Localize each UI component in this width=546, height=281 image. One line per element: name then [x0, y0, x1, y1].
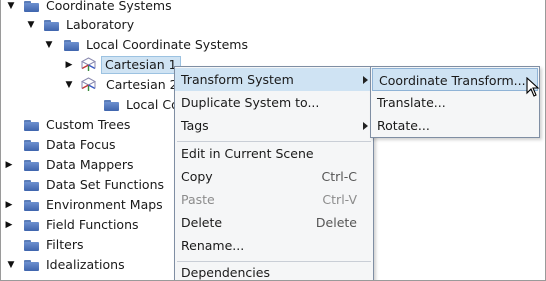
menu-item-paste: Paste Ctrl-V: [175, 188, 373, 211]
submenu-arrow-icon: [363, 76, 368, 84]
folder-icon: [24, 180, 39, 191]
folder-icon: [104, 100, 119, 111]
cartesian-cube-icon: [80, 77, 97, 92]
tree-item-data-set-functions[interactable]: Data Set Functions: [1, 175, 201, 195]
folder-icon: [44, 20, 59, 31]
collapsed-arrow-icon[interactable]: ▶: [63, 55, 75, 75]
menu-item-delete[interactable]: Delete Delete: [175, 211, 373, 234]
tree-item-local-coordinate-systems-nested[interactable]: Local Coordinate Systems: [1, 95, 177, 115]
expanded-arrow-icon[interactable]: ▼: [5, 255, 17, 275]
tree-item-custom-trees[interactable]: Custom Trees: [1, 115, 201, 135]
folder-icon: [24, 260, 39, 271]
tree-item-filters[interactable]: Filters: [1, 235, 201, 255]
tree-item-idealizations[interactable]: ▼ Idealizations: [1, 255, 201, 275]
tree-item-partial[interactable]: [1, 275, 201, 280]
folder-icon: [24, 220, 39, 231]
folder-icon: [24, 1, 39, 12]
expanded-arrow-icon[interactable]: ▼: [63, 75, 75, 95]
tree-item-laboratory[interactable]: ▼ Laboratory: [1, 15, 201, 35]
submenu-item-rotate[interactable]: Rotate...: [371, 114, 539, 137]
tree-item-local-coordinate-systems[interactable]: ▼ Local Coordinate Systems: [1, 35, 261, 55]
menu-item-duplicate-system[interactable]: Duplicate System to...: [175, 91, 373, 114]
tree-item-data-focus[interactable]: Data Focus: [1, 135, 201, 155]
transform-submenu: Coordinate Transform... Translate... Rot…: [370, 66, 540, 138]
collapsed-arrow-icon[interactable]: ▶: [3, 155, 15, 175]
tree-item-cartesian-2[interactable]: ▼ Cartesian 2: [1, 75, 201, 95]
mouse-cursor-icon: [526, 77, 540, 97]
folder-icon: [24, 140, 39, 151]
cartesian-cube-icon: [80, 57, 97, 72]
expanded-arrow-icon[interactable]: ▼: [43, 35, 55, 55]
window-frame: ▼ Coordinate Systems ▼ Laboratory ▼ Loca…: [0, 0, 546, 281]
tree-item-data-mappers[interactable]: ▶ Data Mappers: [1, 155, 201, 175]
menu-item-edit-in-current-scene[interactable]: Edit in Current Scene: [175, 142, 373, 165]
folder-icon: [64, 40, 79, 51]
folder-icon: [24, 200, 39, 211]
context-menu: Transform System Duplicate System to... …: [174, 66, 374, 280]
submenu-arrow-icon: [363, 122, 368, 130]
menu-item-transform-system[interactable]: Transform System: [175, 68, 373, 91]
menu-item-tags[interactable]: Tags: [175, 114, 373, 137]
expanded-arrow-icon[interactable]: ▼: [5, 0, 17, 16]
tree-item-field-functions[interactable]: ▶ Field Functions: [1, 215, 201, 235]
menu-item-dependencies[interactable]: Dependencies: [175, 261, 373, 280]
shortcut-label: Delete: [315, 215, 357, 230]
menu-item-copy[interactable]: Copy Ctrl-C: [175, 165, 373, 188]
shortcut-label: Ctrl-V: [322, 192, 357, 207]
menu-item-rename[interactable]: Rename...: [175, 234, 373, 257]
shortcut-label: Ctrl-C: [321, 169, 357, 184]
folder-icon: [24, 240, 39, 251]
submenu-item-coordinate-transform[interactable]: Coordinate Transform...: [372, 68, 538, 91]
expanded-arrow-icon[interactable]: ▼: [25, 15, 37, 35]
submenu-item-translate[interactable]: Translate...: [371, 91, 539, 114]
folder-icon: [24, 160, 39, 171]
folder-icon: [24, 120, 39, 131]
collapsed-arrow-icon[interactable]: ▶: [3, 215, 15, 235]
tree-item-environment-maps[interactable]: ▶ Environment Maps: [1, 195, 201, 215]
tree-item-coordinate-systems[interactable]: ▼ Coordinate Systems: [1, 0, 201, 16]
collapsed-arrow-icon[interactable]: ▶: [3, 195, 15, 215]
tree-item-cartesian-1[interactable]: ▶ Cartesian 1: [1, 55, 201, 75]
